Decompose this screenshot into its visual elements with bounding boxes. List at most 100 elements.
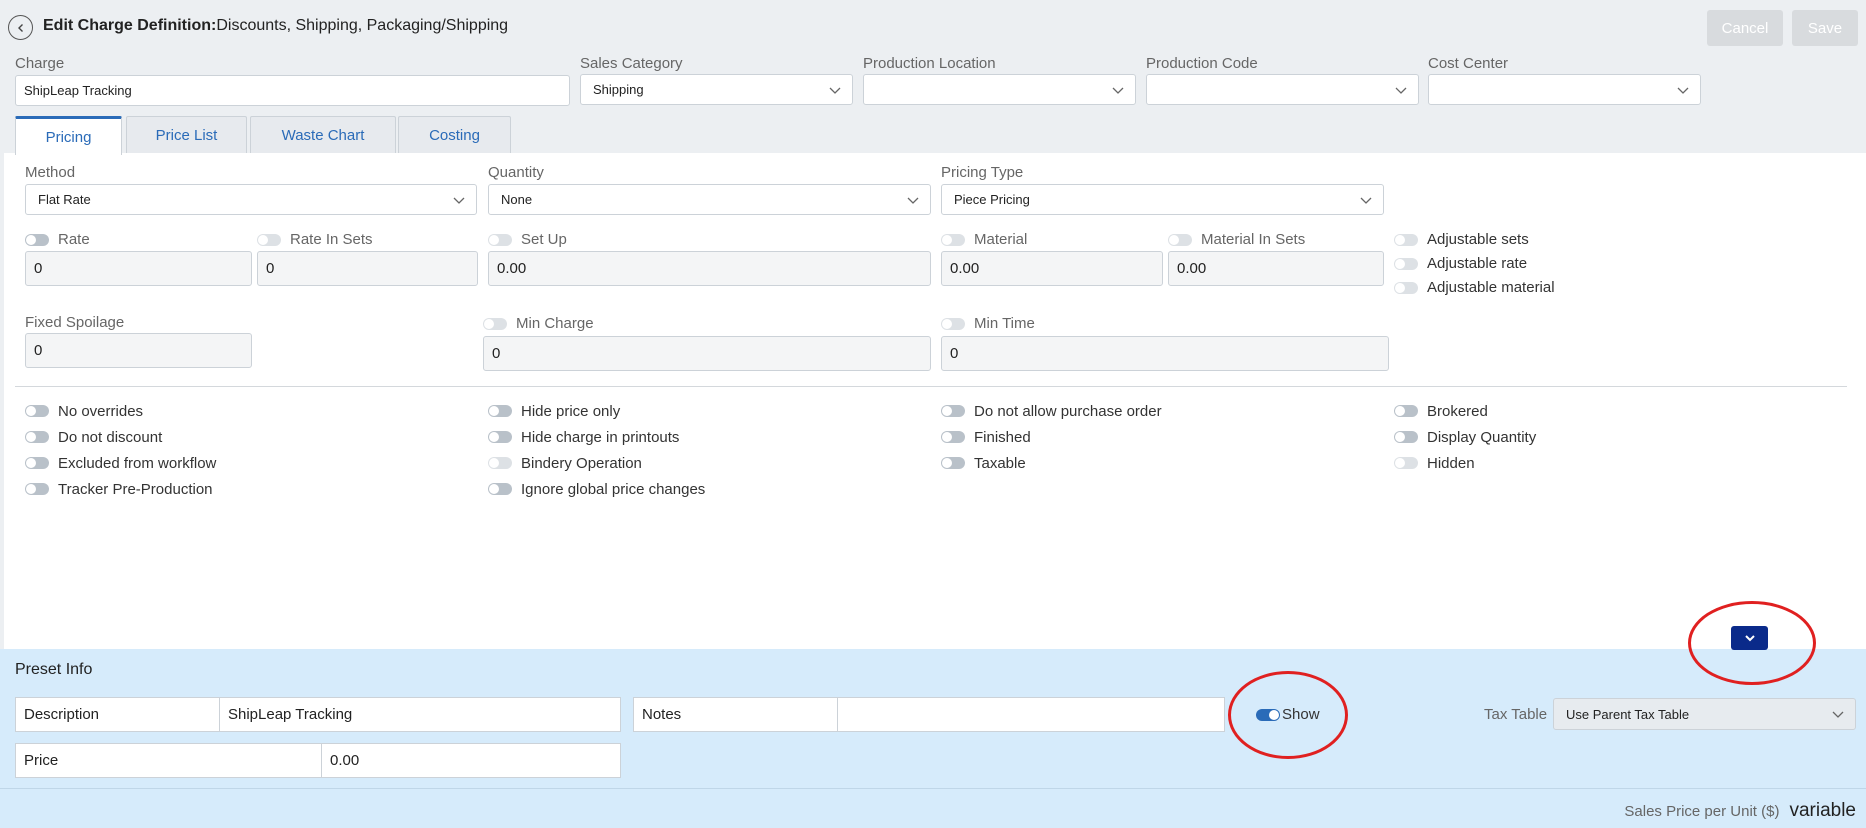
hide-price-only-toggle[interactable] bbox=[488, 405, 512, 417]
adjustable-rate-toggle-row[interactable]: Adjustable rate bbox=[1394, 255, 1527, 272]
sales-category-select[interactable]: Shipping bbox=[580, 74, 853, 105]
setup-toggle-row[interactable]: Set Up bbox=[488, 231, 567, 248]
adjustable-rate-toggle[interactable] bbox=[1394, 257, 1418, 270]
option-bindery-operation[interactable]: Bindery Operation bbox=[488, 450, 705, 476]
hidden-toggle[interactable] bbox=[1394, 457, 1418, 469]
setup-label: Set Up bbox=[521, 231, 567, 248]
option-brokered[interactable]: Brokered bbox=[1394, 398, 1536, 424]
chevron-down-icon bbox=[1360, 197, 1372, 204]
excluded-from-workflow-label: Excluded from workflow bbox=[58, 454, 217, 472]
no-overrides-toggle[interactable] bbox=[25, 405, 49, 417]
adjustable-material-toggle-row[interactable]: Adjustable material bbox=[1394, 279, 1555, 296]
price-label: Price bbox=[24, 752, 59, 769]
material-in-sets-input[interactable]: 0.00 bbox=[1168, 251, 1384, 286]
footer-divider bbox=[0, 788, 1866, 789]
brokered-label: Brokered bbox=[1427, 402, 1488, 420]
pricing-type-label: Pricing Type bbox=[941, 164, 1024, 181]
tab-pricing[interactable]: Pricing bbox=[15, 116, 122, 155]
hide-charge-in-printouts-toggle[interactable] bbox=[488, 431, 512, 443]
option-do-not-discount[interactable]: Do not discount bbox=[25, 424, 216, 450]
fixed-spoilage-label: Fixed Spoilage bbox=[25, 314, 125, 331]
taxable-toggle[interactable] bbox=[941, 457, 965, 469]
sales-price-value: variable bbox=[1789, 800, 1856, 821]
setup-input[interactable]: 0.00 bbox=[488, 251, 931, 286]
chevron-down-icon bbox=[829, 87, 841, 94]
rate-in-sets-toggle-row[interactable]: Rate In Sets bbox=[257, 231, 373, 248]
do-not-discount-toggle[interactable] bbox=[25, 431, 49, 443]
display-quantity-toggle[interactable] bbox=[1394, 431, 1418, 443]
cost-center-select[interactable] bbox=[1428, 74, 1701, 105]
quantity-select[interactable]: None bbox=[488, 184, 931, 215]
rate-in-sets-label: Rate In Sets bbox=[290, 231, 373, 248]
annotation-circle bbox=[1228, 671, 1348, 759]
hide-charge-in-printouts-label: Hide charge in printouts bbox=[521, 428, 680, 446]
finished-toggle[interactable] bbox=[941, 431, 965, 443]
setup-toggle[interactable] bbox=[488, 233, 512, 246]
adjustable-material-toggle[interactable] bbox=[1394, 281, 1418, 294]
option-hide-price-only[interactable]: Hide price only bbox=[488, 398, 705, 424]
min-charge-input[interactable]: 0 bbox=[483, 336, 931, 371]
do-not-allow-purchase-order-label: Do not allow purchase order bbox=[974, 402, 1162, 420]
tab-costing[interactable]: Costing bbox=[398, 116, 511, 154]
sales-category-value: Shipping bbox=[593, 82, 644, 97]
rate-in-sets-input[interactable]: 0 bbox=[257, 251, 478, 286]
pricing-type-select[interactable]: Piece Pricing bbox=[941, 184, 1384, 215]
option-do-not-allow-purchase-order[interactable]: Do not allow purchase order bbox=[941, 398, 1162, 424]
charge-input[interactable]: ShipLeap Tracking bbox=[15, 75, 570, 106]
material-label: Material bbox=[974, 231, 1028, 248]
method-select[interactable]: Flat Rate bbox=[25, 184, 477, 215]
description-label: Description bbox=[24, 706, 100, 723]
pricing-type-value: Piece Pricing bbox=[954, 192, 1030, 207]
material-in-sets-toggle-row[interactable]: Material In Sets bbox=[1168, 231, 1305, 248]
fixed-spoilage-input[interactable]: 0 bbox=[25, 333, 252, 368]
tracker-pre-production-toggle[interactable] bbox=[25, 483, 49, 495]
back-button[interactable] bbox=[8, 15, 33, 40]
material-input[interactable]: 0.00 bbox=[941, 251, 1163, 286]
price-input[interactable]: 0.00 bbox=[322, 752, 359, 769]
production-code-select[interactable] bbox=[1146, 74, 1419, 105]
cost-center-label: Cost Center bbox=[1428, 55, 1509, 72]
tax-table-select[interactable]: Use Parent Tax Table bbox=[1553, 698, 1856, 730]
excluded-from-workflow-toggle[interactable] bbox=[25, 457, 49, 469]
material-in-sets-toggle[interactable] bbox=[1168, 233, 1192, 246]
no-overrides-label: No overrides bbox=[58, 402, 144, 420]
brokered-toggle[interactable] bbox=[1394, 405, 1418, 417]
do-not-allow-purchase-order-toggle[interactable] bbox=[941, 405, 965, 417]
rate-input[interactable]: 0 bbox=[25, 251, 252, 286]
adjustable-sets-toggle-row[interactable]: Adjustable sets bbox=[1394, 231, 1529, 248]
material-toggle[interactable] bbox=[941, 233, 965, 246]
option-no-overrides[interactable]: No overrides bbox=[25, 398, 216, 424]
rate-toggle[interactable] bbox=[25, 233, 49, 246]
display-quantity-label: Display Quantity bbox=[1427, 428, 1537, 446]
option-display-quantity[interactable]: Display Quantity bbox=[1394, 424, 1536, 450]
min-time-input[interactable]: 0 bbox=[941, 336, 1389, 371]
option-finished[interactable]: Finished bbox=[941, 424, 1162, 450]
description-input[interactable]: ShipLeap Tracking bbox=[220, 706, 352, 723]
option-hidden[interactable]: Hidden bbox=[1394, 450, 1536, 476]
do-not-discount-label: Do not discount bbox=[58, 428, 163, 446]
tab-waste-chart[interactable]: Waste Chart bbox=[250, 116, 396, 154]
tab-price-list[interactable]: Price List bbox=[126, 116, 247, 154]
production-location-select[interactable] bbox=[863, 74, 1136, 105]
price-field: Price 0.00 bbox=[15, 743, 621, 778]
option-taxable[interactable]: Taxable bbox=[941, 450, 1162, 476]
production-code-label: Production Code bbox=[1146, 55, 1258, 72]
option-tracker-pre-production[interactable]: Tracker Pre-Production bbox=[25, 476, 216, 502]
rate-in-sets-toggle[interactable] bbox=[257, 233, 281, 246]
ignore-global-price-changes-toggle[interactable] bbox=[488, 483, 512, 495]
option-excluded-from-workflow[interactable]: Excluded from workflow bbox=[25, 450, 216, 476]
ignore-global-price-changes-label: Ignore global price changes bbox=[521, 480, 706, 498]
rate-toggle-row[interactable]: Rate bbox=[25, 231, 90, 248]
min-time-toggle[interactable] bbox=[941, 317, 965, 330]
option-ignore-global-price-changes[interactable]: Ignore global price changes bbox=[488, 476, 705, 502]
min-time-toggle-row[interactable]: Min Time bbox=[941, 315, 1035, 332]
sales-category-label: Sales Category bbox=[580, 55, 683, 72]
material-toggle-row[interactable]: Material bbox=[941, 231, 1027, 248]
min-charge-toggle-row[interactable]: Min Charge bbox=[483, 315, 594, 332]
save-button[interactable]: Save bbox=[1792, 10, 1858, 46]
min-charge-toggle[interactable] bbox=[483, 317, 507, 330]
option-hide-charge-in-printouts[interactable]: Hide charge in printouts bbox=[488, 424, 705, 450]
bindery-operation-toggle[interactable] bbox=[488, 457, 512, 469]
adjustable-sets-toggle[interactable] bbox=[1394, 233, 1418, 246]
cancel-button[interactable]: Cancel bbox=[1707, 10, 1783, 46]
